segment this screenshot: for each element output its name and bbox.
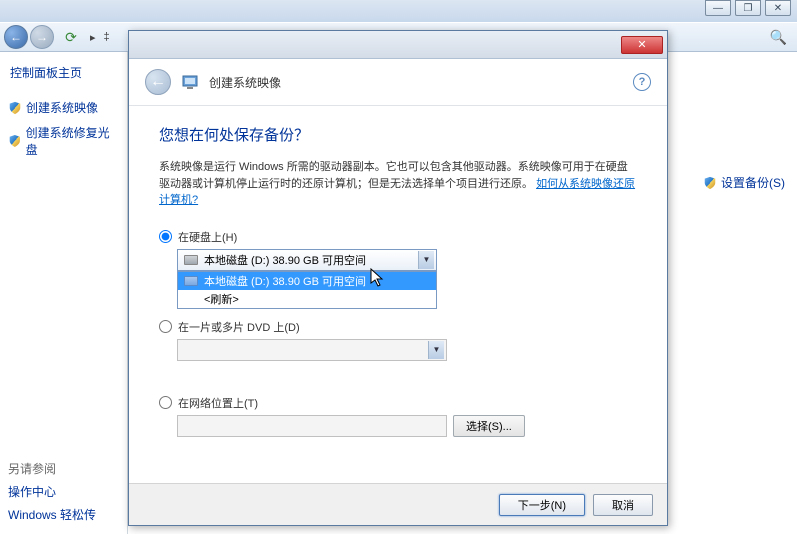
radio-network[interactable] [159,396,172,409]
see-also-action-center[interactable]: 操作中心 [8,480,96,503]
shield-icon [703,176,717,190]
disk-icon [184,276,198,286]
sidebar-link-repair-disc[interactable]: 创建系统修复光盘 [6,120,121,162]
dialog-question: 您想在何处保存备份？ [159,124,637,145]
dvd-combo: ▼ [177,339,447,361]
close-window-button[interactable]: ✕ [765,0,791,16]
breadcrumb-text[interactable]: ‡ [104,31,110,43]
sidebar-link-create-image[interactable]: 创建系统映像 [6,95,121,120]
shield-icon [8,134,22,148]
dialog-back-button[interactable]: ← [145,69,171,95]
disk-combo[interactable]: 本地磁盘 (D:) 38.90 GB 可用空间 ▼ [177,249,437,271]
dialog-close-button[interactable]: ✕ [621,36,663,54]
dropdown-item-local-disk[interactable]: 本地磁盘 (D:) 38.90 GB 可用空间 [178,272,436,290]
setup-backup-link[interactable]: 设置备份(S) [703,174,785,191]
sidebar-title[interactable]: 控制面板主页 [6,64,121,81]
maximize-button[interactable]: ❐ [735,0,761,16]
network-path-input [177,415,447,437]
control-panel-sidebar: 控制面板主页 创建系统映像 创建系统修复光盘 另请参阅 操作中心 Windows… [0,52,128,534]
breadcrumb-sep-icon: ▸ [90,31,96,44]
dialog-footer: 下一步(N) 取消 [129,483,667,525]
dropdown-item-refresh[interactable]: <刷新> [178,290,436,308]
option-network-label: 在网络位置上(T) [178,395,258,411]
radio-hard-disk[interactable] [159,230,172,243]
help-icon[interactable]: ? [633,73,651,91]
system-image-icon [181,73,199,91]
disk-icon [184,255,198,265]
dialog-titlebar: ✕ [129,31,667,59]
shield-icon [8,101,22,115]
create-system-image-dialog: ✕ ← 创建系统映像 ? 您想在何处保存备份？ 系统映像是运行 Windows … [128,30,668,526]
option-hard-disk-label: 在硬盘上(H) [178,229,237,245]
sidebar-link-label: 创建系统映像 [26,99,98,116]
dropdown-item-label: <刷新> [184,291,239,307]
option-dvd-label: 在一片或多片 DVD 上(D) [178,319,300,335]
nav-forward-button[interactable]: → [30,25,54,49]
disk-dropdown: 本地磁盘 (D:) 38.90 GB 可用空间 <刷新> [177,271,437,309]
dialog-header: ← 创建系统映像 ? [129,59,667,106]
minimize-button[interactable]: — [705,0,731,16]
option-network[interactable]: 在网络位置上(T) [159,395,637,411]
option-dvd[interactable]: 在一片或多片 DVD 上(D) [159,319,637,335]
chevron-down-icon: ▼ [428,341,444,359]
sidebar-see-also: 另请参阅 操作中心 Windows 轻松传 [8,457,96,526]
search-icon[interactable]: 🔍 [770,29,787,46]
window-titlebar: — ❐ ✕ [0,0,797,22]
see-also-easy-transfer[interactable]: Windows 轻松传 [8,503,96,526]
dialog-header-text: 创建系统映像 [209,74,281,91]
browse-button[interactable]: 选择(S)... [453,415,525,437]
chevron-down-icon[interactable]: ▼ [418,251,434,269]
dialog-body: 您想在何处保存备份？ 系统映像是运行 Windows 所需的驱动器副本。它也可以… [129,106,667,449]
nav-back-button[interactable]: ← [4,25,28,49]
next-button[interactable]: 下一步(N) [499,494,585,516]
disk-combo-value: 本地磁盘 (D:) 38.90 GB 可用空间 [204,252,366,268]
see-also-heading: 另请参阅 [8,457,96,480]
option-hard-disk[interactable]: 在硬盘上(H) [159,229,637,245]
dropdown-item-label: 本地磁盘 (D:) 38.90 GB 可用空间 [204,273,366,289]
cancel-button[interactable]: 取消 [593,494,653,516]
setup-backup-label: 设置备份(S) [721,174,785,191]
sidebar-link-label: 创建系统修复光盘 [26,124,119,158]
radio-dvd[interactable] [159,320,172,333]
refresh-icon[interactable]: ⟳ [62,28,80,46]
dialog-description: 系统映像是运行 Windows 所需的驱动器副本。它也可以包含其他驱动器。系统映… [159,159,637,209]
